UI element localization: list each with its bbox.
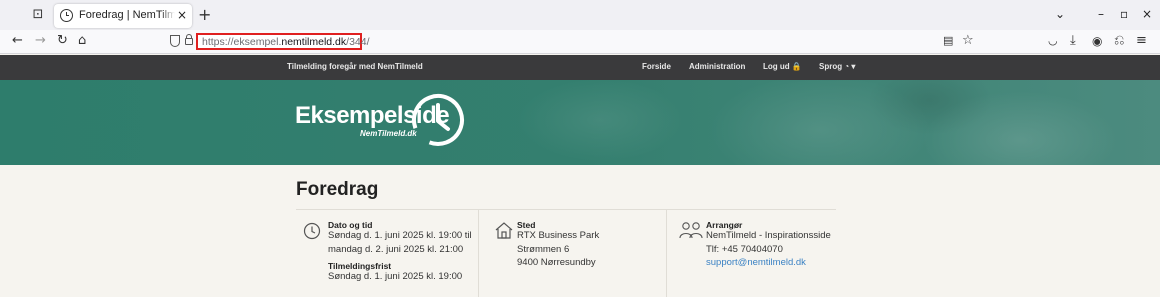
account-icon[interactable]: ◉ [1092,33,1102,49]
browser-nav-bar: ← → ↻ ⌂ https://eksempel.nemtilmeld.dk/3… [0,30,1160,54]
extensions-icon[interactable]: ⎌ [1114,33,1124,49]
downloads-icon[interactable]: ⤓ [1070,33,1076,49]
lock-icon[interactable] [185,34,193,45]
url-text: https://eksempel.nemtilmeld.dk/344/ [202,36,370,48]
reader-view-icon[interactable]: ▤ [943,33,953,49]
organizer-heading: Arrangør [706,220,743,230]
logo-clock-icon [412,93,464,146]
menu-administration-link[interactable]: Administration [689,62,745,71]
organizer-email-link[interactable]: support@nemtilmeld.dk [706,257,806,268]
column-divider [478,210,479,297]
close-window-icon[interactable]: × [1142,7,1152,21]
hero-banner [0,80,1160,165]
menu-language-dropdown[interactable]: Sprog ◔ ▾ [819,62,855,71]
list-all-tabs-icon[interactable]: ⌄ [1055,7,1065,21]
back-icon[interactable]: ← [12,33,23,49]
organizer-phone: Tlf: +45 70404070 [706,244,783,255]
tab-title: Foredrag | NemTilmeld - Inspirationsside [79,9,175,21]
browser-tab[interactable]: Foredrag | NemTilmeld - Inspirationsside… [54,4,192,28]
forward-icon[interactable]: → [35,33,46,49]
house-icon [495,222,513,239]
deadline-value: Søndag d. 1. juni 2025 kl. 19:00 [328,271,463,282]
reload-icon[interactable]: ↻ [57,33,68,49]
place-line-3: 9400 Nørresundby [517,257,596,268]
content-divider [296,209,836,210]
minimize-icon[interactable]: – [1098,7,1104,21]
bookmark-star-icon[interactable]: ☆ [962,33,974,49]
place-line-2: Strømmen 6 [517,244,570,255]
clock-icon [303,222,321,240]
organizer-name: NemTilmeld - Inspirationsside [706,230,831,241]
clock-favicon-icon [60,9,73,22]
date-line-1: Søndag d. 1. juni 2025 kl. 19:00 til [328,230,472,241]
menu-home-link[interactable]: Forside [642,62,671,71]
logo-subtitle: NemTilmeld.dk [360,129,417,138]
site-tagline: Tilmelding foregår med NemTilmeld [287,62,423,71]
url-field[interactable]: https://eksempel.nemtilmeld.dk/344/ [196,33,370,50]
tab-list-icon[interactable]: ⊡ [30,7,46,23]
tracking-protection-icon[interactable] [170,35,180,47]
home-icon[interactable]: ⌂ [78,33,86,49]
menu-icon[interactable]: ≡ [1136,33,1147,49]
place-line-1: RTX Business Park [517,230,600,241]
tab-close-icon[interactable]: × [177,8,187,22]
organizer-people-icon [679,222,703,239]
site-top-bar: Tilmelding foregår med NemTilmeld Forsid… [0,55,1160,80]
maximize-icon[interactable]: ▫ [1120,7,1128,21]
page-title: Foredrag [296,179,379,200]
menu-logout-link[interactable]: Log ud 🔒 [763,62,802,71]
pocket-icon[interactable]: ◡ [1048,33,1058,49]
date-heading: Dato og tid [328,220,373,230]
browser-tab-bar: ⊡ Foredrag | NemTilmeld - Inspirationssi… [0,0,1160,30]
place-heading: Sted [517,220,536,230]
new-tab-icon[interactable]: + [198,5,211,24]
column-divider [666,210,667,297]
date-line-2: mandag d. 2. juni 2025 kl. 21:00 [328,244,464,255]
deadline-heading: Tilmeldingsfrist [328,261,392,271]
